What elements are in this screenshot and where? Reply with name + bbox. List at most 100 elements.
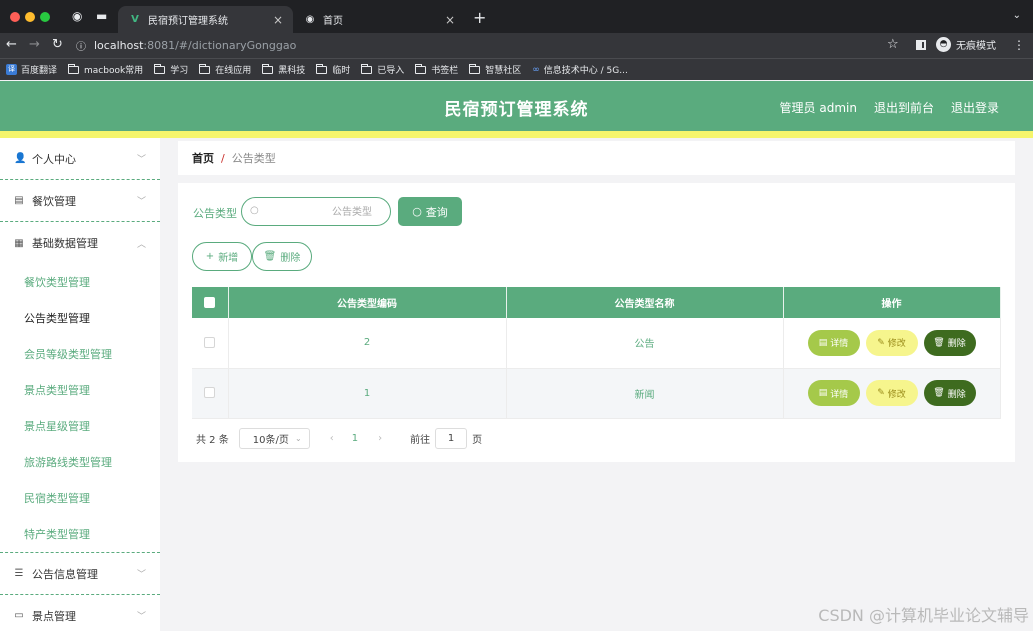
sidebar-item[interactable]: 民宿类型管理 xyxy=(0,480,160,516)
bookmark-label: 书签栏 xyxy=(431,66,459,76)
zoom-window-button[interactable] xyxy=(40,12,50,22)
bookmark-item[interactable]: 已导入 xyxy=(361,63,404,76)
sidebar-menu: 👤 个人中心 ﹀ ▤ 餐饮管理 ﹀ ▦ 基础数据管理 ︿ 餐饮类型管理 公告类型管理 会员等级类型管理… xyxy=(0,138,160,631)
add-button-label: 新增 xyxy=(218,253,239,264)
link-icon: ∞ xyxy=(532,64,540,75)
sidebar-group[interactable]: ☰ 公告信息管理 ﹀ xyxy=(0,553,160,595)
tab-title: 民宿预订管理系统 xyxy=(148,16,228,27)
list-icon: ☰ xyxy=(14,568,24,579)
sidebar-item[interactable]: 景点类型管理 xyxy=(0,372,160,408)
sidebar-item[interactable]: 景点星级管理 xyxy=(0,408,160,444)
bookmark-item[interactable]: 书签栏 xyxy=(415,63,458,76)
column-header[interactable]: 公告类型名称 xyxy=(506,287,784,318)
breadcrumb-current: 公告类型 xyxy=(231,152,276,165)
side-panel-icon[interactable] xyxy=(916,40,926,50)
sidebar-group[interactable]: ▭ 景点管理 ﹀ xyxy=(0,595,160,631)
bookmark-label: 智慧社区 xyxy=(485,66,522,76)
search-input[interactable] xyxy=(266,202,372,222)
plus-icon: + xyxy=(205,251,215,262)
detail-button[interactable]: ▤ 详情 xyxy=(807,380,860,406)
pagination: 共 2 条 10条/页 ⌄ ‹ 1 › 前往 1 页 xyxy=(196,427,482,449)
minimize-window-button[interactable] xyxy=(25,12,35,22)
admin-label: 管理员 admin xyxy=(779,101,857,115)
exit-to-front-link[interactable]: 退出到前台 xyxy=(874,99,934,116)
browser-menu-icon[interactable]: ⋮ xyxy=(1013,38,1025,52)
tab-list-chevron-icon[interactable]: ⌄ xyxy=(1013,10,1021,21)
bookmark-item[interactable]: 译百度翻译 xyxy=(6,63,57,76)
bookmark-item[interactable]: 临时 xyxy=(316,63,350,76)
row-checkbox[interactable] xyxy=(204,337,216,348)
delete-button[interactable]: 🗑 删除 xyxy=(923,380,976,406)
sidebar-item[interactable]: 会员等级类型管理 xyxy=(0,336,160,372)
add-button[interactable]: + 新增 xyxy=(192,242,252,271)
sidebar-item[interactable]: 餐饮类型管理 xyxy=(0,264,160,300)
select-all-checkbox[interactable] xyxy=(204,296,216,308)
sidebar-item[interactable]: 特产类型管理 xyxy=(0,516,160,552)
edit-button[interactable]: ✎ 修改 xyxy=(865,380,918,406)
folder-icon xyxy=(316,63,328,74)
table-header-row: 公告类型编码 公告类型名称 操作 xyxy=(192,287,1001,318)
chevron-down-icon: ﹀ xyxy=(136,197,146,207)
detail-button[interactable]: ▤ 详情 xyxy=(807,329,860,356)
tab-active[interactable]: V 民宿预订管理系统 × xyxy=(118,6,293,33)
tab-search-icon[interactable]: ◉ xyxy=(72,9,82,23)
code-cell: 2 xyxy=(228,318,507,369)
bookmark-item[interactable]: 黑科技 xyxy=(262,63,305,76)
site-info-icon[interactable]: ⓘ xyxy=(76,38,86,53)
sidebar-group-label: 景点管理 xyxy=(32,609,76,623)
close-window-button[interactable] xyxy=(10,12,20,22)
monitor-icon: ▭ xyxy=(14,610,24,621)
chevron-up-icon: ︿ xyxy=(136,239,146,250)
logout-link[interactable]: 退出登录 xyxy=(951,99,999,116)
sidebar-group[interactable]: 👤 个人中心 ﹀ xyxy=(0,138,160,180)
edit-button[interactable]: ✎ 修改 xyxy=(865,329,918,356)
row-checkbox[interactable] xyxy=(204,387,216,399)
column-header[interactable]: 公告类型编码 xyxy=(228,287,507,318)
jump-page-input[interactable]: 1 xyxy=(435,427,468,449)
reload-icon[interactable]: ↻ xyxy=(52,37,63,52)
delete-button-label: 删除 xyxy=(947,339,966,350)
bookmark-item[interactable]: 智慧社区 xyxy=(469,63,521,76)
folder-icon xyxy=(68,63,80,74)
name-cell: 公告 xyxy=(506,318,784,369)
back-arrow-icon[interactable]: ← xyxy=(6,37,17,52)
detail-button-label: 详情 xyxy=(830,339,849,350)
current-page-number[interactable]: 1 xyxy=(352,433,358,444)
bookmark-item[interactable]: macbook常用 xyxy=(68,63,143,76)
jump-suffix: 页 xyxy=(472,434,483,446)
document-icon: ▤ xyxy=(818,388,828,398)
sidebar-group[interactable]: ▦ 基础数据管理 ︿ xyxy=(0,222,160,264)
bookmark-label: 已导入 xyxy=(377,66,405,76)
bookmark-label: macbook常用 xyxy=(84,66,144,76)
incognito-indicator[interactable]: ◓ 无痕模式 xyxy=(936,37,996,52)
delete-button[interactable]: 🗑 删除 xyxy=(923,329,976,356)
tab-inactive[interactable]: ◉ 首页 × xyxy=(293,6,465,33)
folder-icon xyxy=(361,63,373,74)
bookmark-item[interactable]: ∞ 信息技术中心 / 5G... xyxy=(532,63,628,77)
search-field[interactable]: ○ xyxy=(241,197,391,226)
bookmark-star-icon[interactable]: ☆ xyxy=(887,37,899,52)
breadcrumb-home[interactable]: 首页 xyxy=(192,150,214,166)
browser-tab-strip: ◉ ▬ V 民宿预订管理系统 × ◉ 首页 × + ⌄ xyxy=(0,0,1033,33)
query-button[interactable]: ○ 查询 xyxy=(398,197,462,226)
bookmark-item[interactable]: 在线应用 xyxy=(199,63,251,76)
close-tab-icon[interactable]: × xyxy=(273,13,283,27)
address-bar[interactable]: ⓘ localhost:8081/#/dictionaryGonggao xyxy=(76,35,906,56)
forward-arrow-icon[interactable]: → xyxy=(29,37,40,52)
sidebar-group[interactable]: ▤ 餐饮管理 ﹀ xyxy=(0,180,160,222)
column-header: 操作 xyxy=(783,287,1001,318)
next-page-icon[interactable]: › xyxy=(378,433,382,444)
pencil-icon: ✎ xyxy=(877,337,885,348)
tab-title: 首页 xyxy=(323,16,343,27)
close-tab-icon[interactable]: × xyxy=(445,13,455,27)
bookmark-item[interactable]: 学习 xyxy=(154,63,188,76)
breadcrumb: 首页 / 公告类型 xyxy=(178,141,1015,175)
sidebar-group-label: 基础数据管理 xyxy=(32,237,98,250)
new-tab-button[interactable]: + xyxy=(473,8,486,27)
sidebar-item[interactable]: 公告类型管理 xyxy=(0,300,160,336)
page-size-select[interactable]: 10条/页 ⌄ xyxy=(238,427,310,449)
prev-page-icon[interactable]: ‹ xyxy=(330,433,334,444)
batch-delete-button[interactable]: 🗑 删除 xyxy=(252,242,312,271)
tab-overview-icon[interactable]: ▬ xyxy=(96,9,107,23)
sidebar-item[interactable]: 旅游路线类型管理 xyxy=(0,444,160,480)
